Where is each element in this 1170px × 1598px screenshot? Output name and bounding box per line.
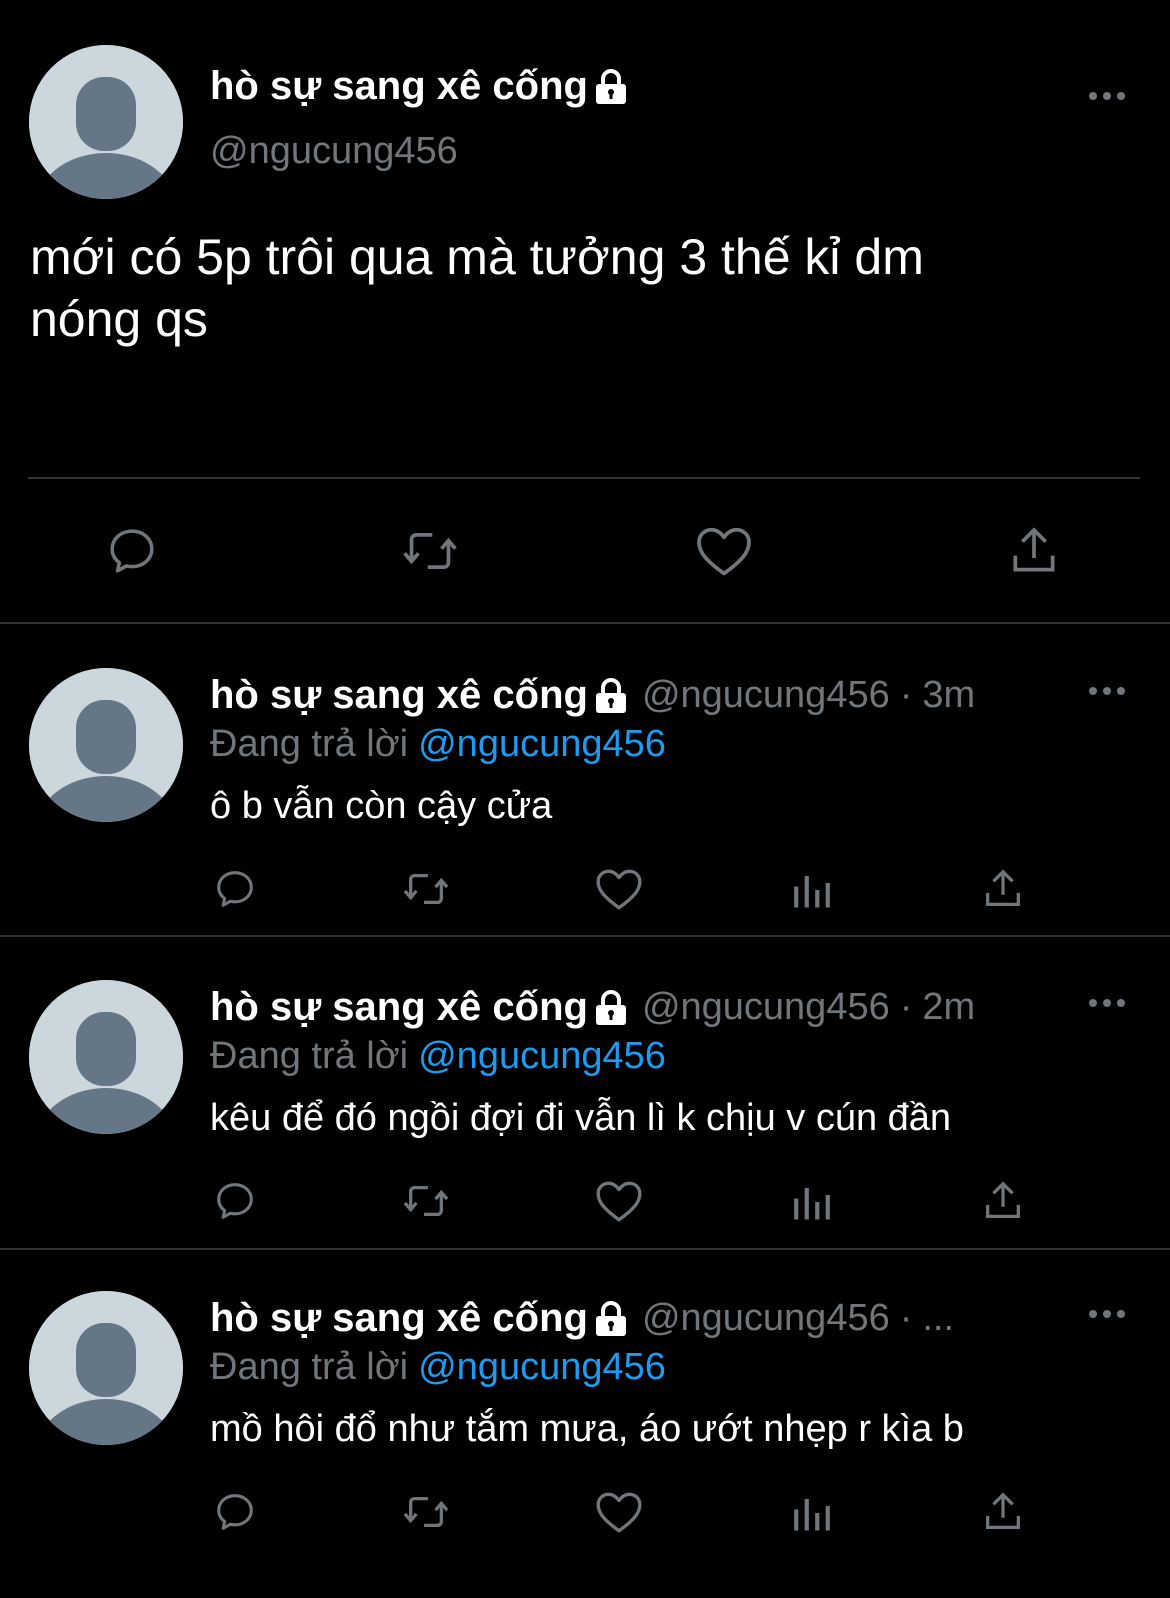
reply-icon[interactable] bbox=[212, 1178, 258, 1224]
timestamp[interactable]: ... bbox=[922, 1297, 954, 1340]
reply-icon[interactable] bbox=[212, 1489, 258, 1535]
default-avatar-icon bbox=[29, 1291, 183, 1445]
default-avatar-icon bbox=[29, 668, 183, 822]
tweet-text: kêu để đó ngồi đợi đi vẫn lì k chịu v cú… bbox=[210, 1097, 952, 1139]
reply-tweet[interactable]: hò sự sang xê cống @ngucung456 · 3m Đang… bbox=[0, 623, 1170, 935]
share-icon[interactable] bbox=[980, 1178, 1026, 1224]
handle[interactable]: @ngucung456 bbox=[642, 1297, 890, 1340]
display-name[interactable]: hò sự sang xê cống bbox=[210, 673, 588, 718]
tweet-text: mồ hôi đổ như tắm mưa, áo ướt nhẹp r kìa… bbox=[210, 1408, 964, 1450]
like-icon[interactable] bbox=[694, 523, 754, 579]
separator-dot: · bbox=[899, 674, 913, 716]
like-icon[interactable] bbox=[594, 1178, 644, 1224]
lock-icon bbox=[595, 1300, 626, 1336]
more-options-icon[interactable] bbox=[1087, 90, 1127, 102]
mention-link[interactable]: @ngucung456 bbox=[418, 1035, 666, 1077]
avatar[interactable] bbox=[29, 45, 183, 199]
replying-label: Đang trả lời bbox=[210, 723, 409, 765]
reply-header: hò sự sang xê cống @ngucung456 · 2m bbox=[210, 985, 975, 1030]
reply-header: hò sự sang xê cống @ngucung456 · 3m bbox=[210, 673, 975, 718]
tweet-text: ô b vẫn còn cậy cửa bbox=[210, 785, 553, 827]
separator-dot: · bbox=[899, 986, 913, 1028]
analytics-icon[interactable] bbox=[790, 869, 834, 911]
reply-icon[interactable] bbox=[212, 866, 258, 912]
lock-icon bbox=[595, 677, 626, 713]
display-name[interactable]: hò sự sang xê cống bbox=[210, 1296, 588, 1341]
retweet-icon[interactable] bbox=[400, 866, 452, 912]
default-avatar-icon bbox=[29, 980, 183, 1134]
main-tweet: hò sự sang xê cống @ngucung456 mới có 5p… bbox=[0, 0, 1170, 622]
replying-label: Đang trả lời bbox=[210, 1346, 409, 1388]
more-options-icon[interactable] bbox=[1087, 1308, 1127, 1320]
share-icon[interactable] bbox=[1006, 522, 1062, 580]
replying-to: Đang trả lời @ngucung456 bbox=[210, 1346, 666, 1389]
handle[interactable]: @ngucung456 bbox=[642, 986, 890, 1029]
analytics-icon[interactable] bbox=[790, 1181, 834, 1223]
retweet-icon[interactable] bbox=[400, 523, 460, 579]
separator-dot: · bbox=[899, 1297, 913, 1339]
reply-tweet[interactable]: hò sự sang xê cống @ngucung456 · ... Đan… bbox=[0, 1246, 1170, 1558]
handle[interactable]: @ngucung456 bbox=[210, 130, 458, 173]
lock-icon bbox=[595, 989, 626, 1025]
avatar[interactable] bbox=[29, 980, 183, 1134]
replying-to: Đang trả lời @ngucung456 bbox=[210, 1035, 666, 1078]
more-options-icon[interactable] bbox=[1087, 685, 1127, 697]
share-icon[interactable] bbox=[980, 866, 1026, 912]
handle[interactable]: @ngucung456 bbox=[642, 674, 890, 717]
timestamp[interactable]: 2m bbox=[922, 986, 975, 1029]
timestamp[interactable]: 3m bbox=[922, 674, 975, 717]
mention-link[interactable]: @ngucung456 bbox=[418, 723, 666, 765]
reply-tweet[interactable]: hò sự sang xê cống @ngucung456 · 2m Đang… bbox=[0, 935, 1170, 1247]
display-name[interactable]: hò sự sang xê cống bbox=[210, 64, 628, 109]
more-options-icon[interactable] bbox=[1087, 997, 1127, 1009]
default-avatar-icon bbox=[29, 45, 183, 199]
retweet-icon[interactable] bbox=[400, 1178, 452, 1224]
replying-to: Đang trả lời @ngucung456 bbox=[210, 723, 666, 766]
mention-link[interactable]: @ngucung456 bbox=[418, 1346, 666, 1388]
display-name[interactable]: hò sự sang xê cống bbox=[210, 985, 588, 1030]
analytics-icon[interactable] bbox=[790, 1492, 834, 1534]
like-icon[interactable] bbox=[594, 1489, 644, 1535]
tweet-text: mới có 5p trôi qua mà tưởng 3 thế kỉ dm … bbox=[30, 226, 1130, 350]
lock-icon bbox=[595, 68, 626, 104]
tweet-text-line: mới có 5p trôi qua mà tưởng 3 thế kỉ dm bbox=[30, 229, 924, 285]
reply-header: hò sự sang xê cống @ngucung456 · ... bbox=[210, 1296, 954, 1341]
reply-icon[interactable] bbox=[104, 523, 160, 579]
share-icon[interactable] bbox=[980, 1489, 1026, 1535]
avatar[interactable] bbox=[29, 1291, 183, 1445]
replying-label: Đang trả lời bbox=[210, 1035, 409, 1077]
retweet-icon[interactable] bbox=[400, 1489, 452, 1535]
tweet-text-line: nóng qs bbox=[30, 291, 208, 347]
display-name-text: hò sự sang xê cống bbox=[210, 64, 588, 108]
like-icon[interactable] bbox=[594, 866, 644, 912]
divider bbox=[28, 477, 1140, 479]
avatar[interactable] bbox=[29, 668, 183, 822]
